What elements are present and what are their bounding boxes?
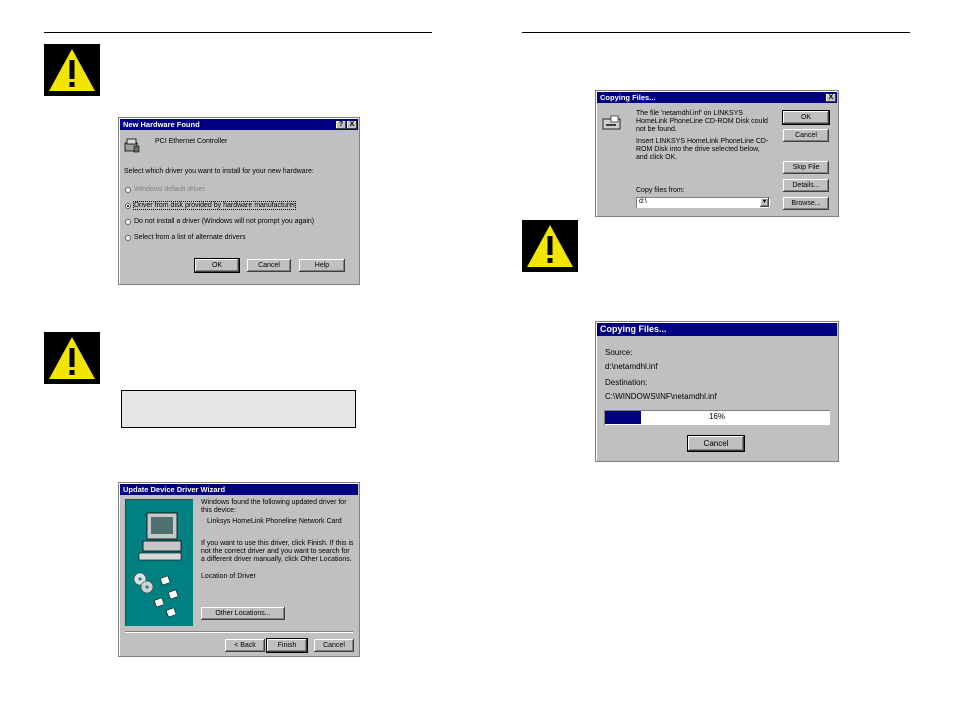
option-label: Select from a list of alternate drivers bbox=[134, 234, 246, 241]
warning-icon bbox=[522, 220, 578, 272]
update-driver-wizard: Update Device Driver Wizard Windows foun… bbox=[118, 482, 360, 657]
note-box bbox=[121, 390, 356, 428]
copy-from-label: Copy files from: bbox=[636, 187, 685, 194]
destination-label: Destination: bbox=[605, 378, 648, 387]
destination-value: C:\WINDOWS\INF\netamdhl.inf bbox=[605, 392, 717, 401]
ok-button[interactable]: OK bbox=[194, 258, 240, 273]
details-button[interactable]: Details... bbox=[783, 179, 829, 192]
warning-icon bbox=[44, 44, 100, 96]
dialog-title: Copying Files... bbox=[600, 93, 656, 102]
driver-device: Linksys HomeLink Phoneline Network Card bbox=[207, 518, 342, 525]
radio-driver-from-disk[interactable] bbox=[125, 203, 131, 209]
device-name: PCI Ethernet Controller bbox=[155, 138, 228, 145]
copy-files-dialog: Copying Files... X The file 'netamdhl.in… bbox=[595, 90, 839, 217]
option-label: Windows default driver bbox=[134, 186, 205, 193]
header-rule-right bbox=[522, 32, 910, 33]
help-button[interactable]: Help bbox=[299, 259, 345, 272]
location-label: Location of Driver bbox=[201, 573, 256, 580]
driver-prompt: Select which driver you want to install … bbox=[124, 168, 314, 175]
finish-button[interactable]: Finish bbox=[266, 638, 308, 653]
title-bar: New Hardware Found ? X bbox=[120, 119, 358, 130]
progress-bar: 16% bbox=[604, 410, 830, 425]
not-found-message: The file 'netamdhl.inf' on LINKSYS HomeL… bbox=[636, 110, 768, 133]
source-label: Source: bbox=[605, 348, 633, 357]
source-value: d:\netamdhl.inf bbox=[605, 362, 658, 371]
new-hardware-dialog: New Hardware Found ? X PCI Ethernet Cont… bbox=[118, 117, 360, 285]
close-icon[interactable]: X bbox=[826, 94, 836, 102]
disk-drive-icon bbox=[602, 115, 621, 130]
close-icon[interactable]: X bbox=[347, 121, 357, 129]
insert-disk-message: Insert LINKSYS HomeLink PhoneLine CD-ROM… bbox=[636, 138, 769, 161]
option-label: Do not install a driver (Windows will no… bbox=[134, 218, 315, 225]
radio-windows-default[interactable] bbox=[125, 187, 131, 193]
divider bbox=[125, 631, 353, 633]
found-text: Windows found the following updated driv… bbox=[201, 499, 347, 514]
copy-from-combo[interactable]: d:\ ▼ bbox=[636, 197, 770, 208]
ok-button[interactable]: OK bbox=[782, 110, 830, 125]
cancel-button[interactable]: Cancel bbox=[314, 639, 354, 652]
radio-alternate-drivers[interactable] bbox=[125, 235, 131, 241]
progress-percent: 16% bbox=[708, 412, 725, 421]
chevron-down-icon[interactable]: ▼ bbox=[760, 198, 769, 207]
other-locations-button[interactable]: Other Locations... bbox=[201, 607, 285, 620]
back-button[interactable]: < Back bbox=[225, 639, 265, 652]
browse-button[interactable]: Browse... bbox=[783, 197, 829, 210]
option-label: Driver from disk provided by hardware ma… bbox=[132, 201, 297, 210]
help-icon[interactable]: ? bbox=[336, 121, 346, 129]
copy-progress-dialog: Copying Files... Source: d:\netamdhl.inf… bbox=[595, 321, 839, 462]
copy-from-value: d:\ bbox=[639, 198, 647, 205]
title-bar: Copying Files... bbox=[597, 323, 837, 336]
hardware-icon bbox=[124, 138, 140, 153]
skip-file-button[interactable]: Skip File bbox=[783, 161, 829, 174]
header-rule-left bbox=[44, 32, 432, 33]
warning-icon bbox=[44, 332, 100, 384]
cancel-button[interactable]: Cancel bbox=[247, 259, 291, 272]
title-bar: Update Device Driver Wizard bbox=[120, 484, 358, 495]
cancel-button[interactable]: Cancel bbox=[687, 435, 745, 452]
wizard-illustration bbox=[125, 499, 193, 626]
cancel-button[interactable]: Cancel bbox=[783, 129, 829, 142]
dialog-title: Copying Files... bbox=[600, 324, 667, 334]
instructions: If you want to use this driver, click Fi… bbox=[201, 540, 354, 563]
wizard-title: Update Device Driver Wizard bbox=[123, 485, 226, 494]
dialog-title: New Hardware Found bbox=[123, 120, 200, 129]
radio-no-driver[interactable] bbox=[125, 219, 131, 225]
title-bar: Copying Files... X bbox=[597, 92, 837, 103]
